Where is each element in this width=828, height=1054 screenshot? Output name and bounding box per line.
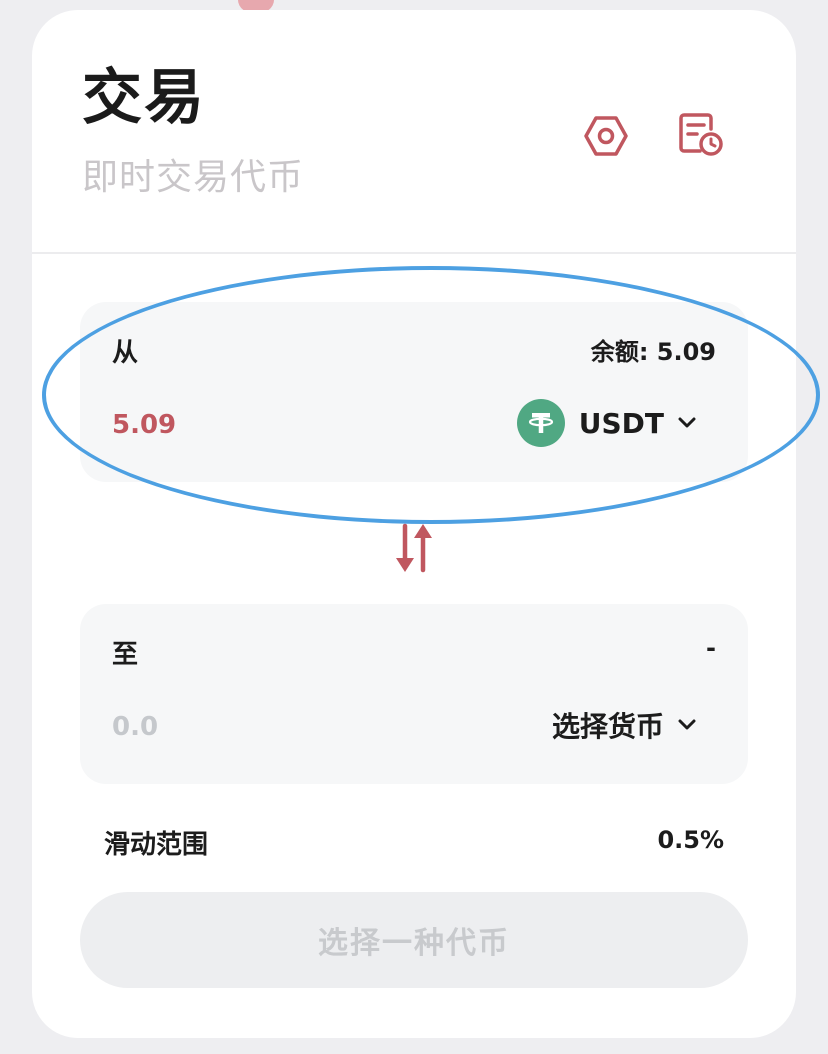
- from-token-select[interactable]: USDT: [516, 398, 696, 448]
- to-balance: -: [706, 634, 716, 662]
- from-label: 从: [112, 338, 139, 368]
- to-token-select[interactable]: 选择货币: [552, 700, 696, 750]
- to-amount-input[interactable]: 0.0: [112, 712, 158, 742]
- header-divider: [32, 252, 796, 254]
- settings-icon: [584, 116, 628, 156]
- to-token-placeholder: 选择货币: [551, 710, 664, 743]
- select-token-button[interactable]: 选择一种代币: [80, 892, 748, 988]
- swap-card: 交易 即时交易代币 从 余额: 5.09 5.09 USDT 至 - 0.0 选…: [32, 10, 796, 1038]
- from-amount-input[interactable]: 5.09: [112, 410, 176, 440]
- slippage-label: 滑动范围: [104, 830, 209, 860]
- swap-direction-button[interactable]: [388, 520, 440, 576]
- from-token-name: USDT: [578, 406, 664, 440]
- slippage-value[interactable]: 0.5%: [657, 826, 724, 854]
- page-title: 交易: [82, 63, 206, 133]
- settings-button[interactable]: [580, 110, 632, 162]
- history-button[interactable]: [674, 108, 726, 160]
- to-panel: 至 - 0.0 选择货币: [80, 604, 748, 784]
- chevron-down-icon: [678, 719, 696, 731]
- tether-icon: [516, 399, 565, 447]
- from-panel: 从 余额: 5.09 5.09 USDT: [80, 302, 748, 482]
- swap-arrows-icon: [396, 523, 432, 573]
- chevron-down-icon: [678, 417, 696, 429]
- from-balance: 余额: 5.09: [590, 338, 716, 366]
- history-icon: [679, 113, 723, 156]
- to-label: 至: [112, 640, 139, 670]
- page-subtitle: 即时交易代币: [82, 157, 305, 198]
